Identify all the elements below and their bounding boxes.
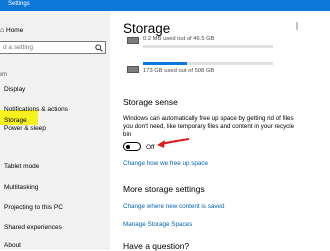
search-placeholder: d a setting [3,44,33,51]
title-bar: Settings [0,0,330,11]
search-input[interactable]: d a setting [0,41,106,54]
sidebar-item-tablet-mode[interactable]: Tablet mode [4,163,39,170]
drive-usage-fill [143,62,188,65]
drive-usage-bar [143,45,273,48]
toggle-knob [126,144,130,149]
storage-sense-heading: Storage sense [123,97,178,107]
more-storage-heading: More storage settings [123,184,205,194]
sidebar-item-notifications[interactable]: Notifications & actions [4,106,68,113]
toggle-state-label: Off [146,144,155,151]
sidebar-item-home[interactable]: Home [6,27,23,34]
page-title: Storage [123,21,171,36]
red-arrow-icon [157,138,190,148]
sidebar-item-projecting[interactable]: Projecting to this PC [4,204,63,211]
drive-icon[interactable] [127,66,139,73]
change-free-space-link[interactable]: Change how we free up space [123,160,208,167]
drive-usage-text: 173 GB used out of 508 GB [143,68,215,74]
storage-sense-toggle[interactable] [123,142,141,151]
change-content-location-link[interactable]: Change where new content is saved [123,203,225,210]
sidebar-item-shared-experiences[interactable]: Shared experiences [4,224,62,231]
scrollbar[interactable] [296,22,298,30]
sidebar-group-label: tem [0,72,8,78]
drive-usage-text: 0.2 MB used out of 46.5 GB [143,36,215,42]
sidebar-item-display[interactable]: Display [4,86,25,93]
window-title: Settings [8,1,30,7]
sidebar-item-about[interactable]: About [4,242,21,249]
sidebar-item-power-sleep[interactable]: Power & sleep [4,125,46,132]
home-icon[interactable]: ⌂ [0,27,4,34]
sidebar-item-multitasking[interactable]: Multitasking [4,184,38,191]
sidebar-item-storage[interactable]: Storage [4,117,27,124]
drive-icon[interactable] [127,37,139,44]
search-icon[interactable] [95,44,103,52]
drive-usage-bar [143,62,273,65]
storage-sense-description: Windows can automatically free up space … [123,115,295,138]
manage-storage-spaces-link[interactable]: Manage Storage Spaces [123,221,192,228]
